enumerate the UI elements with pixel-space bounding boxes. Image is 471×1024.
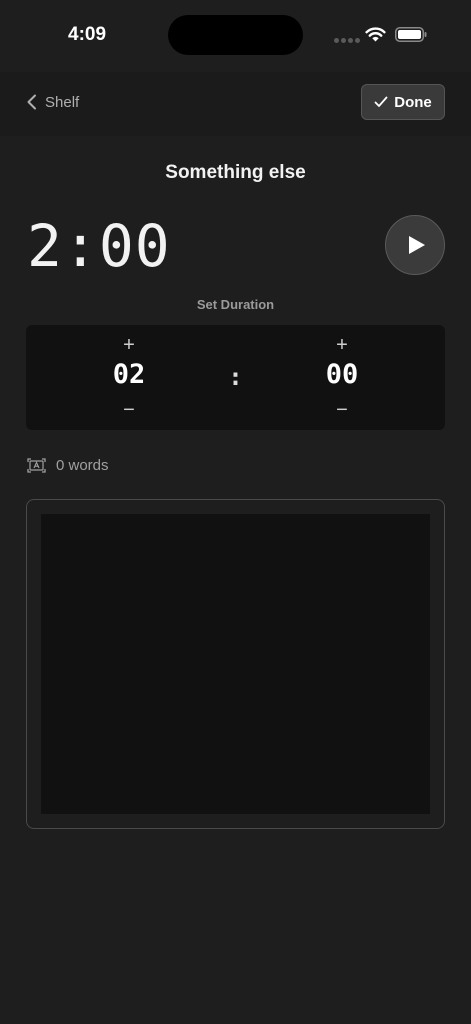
writing-editor[interactable] [41, 514, 430, 814]
done-button-label: Done [394, 93, 432, 111]
back-button-label: Shelf [45, 93, 80, 111]
seconds-decrement-button[interactable]: − [312, 399, 372, 421]
navigation-bar: Shelf Done [0, 72, 471, 136]
minutes-decrement-button[interactable]: − [99, 399, 159, 421]
done-button[interactable]: Done [361, 84, 445, 120]
checkmark-icon [374, 96, 388, 107]
duration-picker: + 02 − : + 00 − [26, 325, 445, 430]
set-duration-label: Set Duration [196, 297, 275, 312]
minutes-stepper: + 02 − [99, 325, 159, 430]
dynamic-island [168, 15, 303, 55]
play-button[interactable] [385, 215, 445, 275]
wifi-icon [365, 27, 386, 42]
word-count-text: 0 words [56, 456, 109, 474]
word-count: 0 words [27, 455, 109, 475]
session-title: Something else [165, 162, 306, 183]
minutes-increment-button[interactable]: + [99, 334, 159, 356]
timer-display: 2:00 [27, 212, 171, 280]
seconds-stepper: + 00 − [312, 325, 372, 430]
chevron-left-icon [27, 94, 36, 110]
battery-icon [395, 27, 427, 42]
play-icon [408, 236, 425, 254]
editor-frame [26, 499, 445, 829]
seconds-increment-button[interactable]: + [312, 334, 372, 356]
text-box-icon [27, 457, 46, 473]
duration-separator: : [228, 363, 243, 391]
status-bar: 4:09 [0, 0, 471, 72]
minutes-value: 02 [112, 359, 146, 390]
cellular-signal-icon [334, 38, 360, 43]
back-button[interactable]: Shelf [26, 90, 79, 114]
status-time: 4:09 [68, 24, 107, 45]
seconds-value: 00 [325, 359, 359, 390]
